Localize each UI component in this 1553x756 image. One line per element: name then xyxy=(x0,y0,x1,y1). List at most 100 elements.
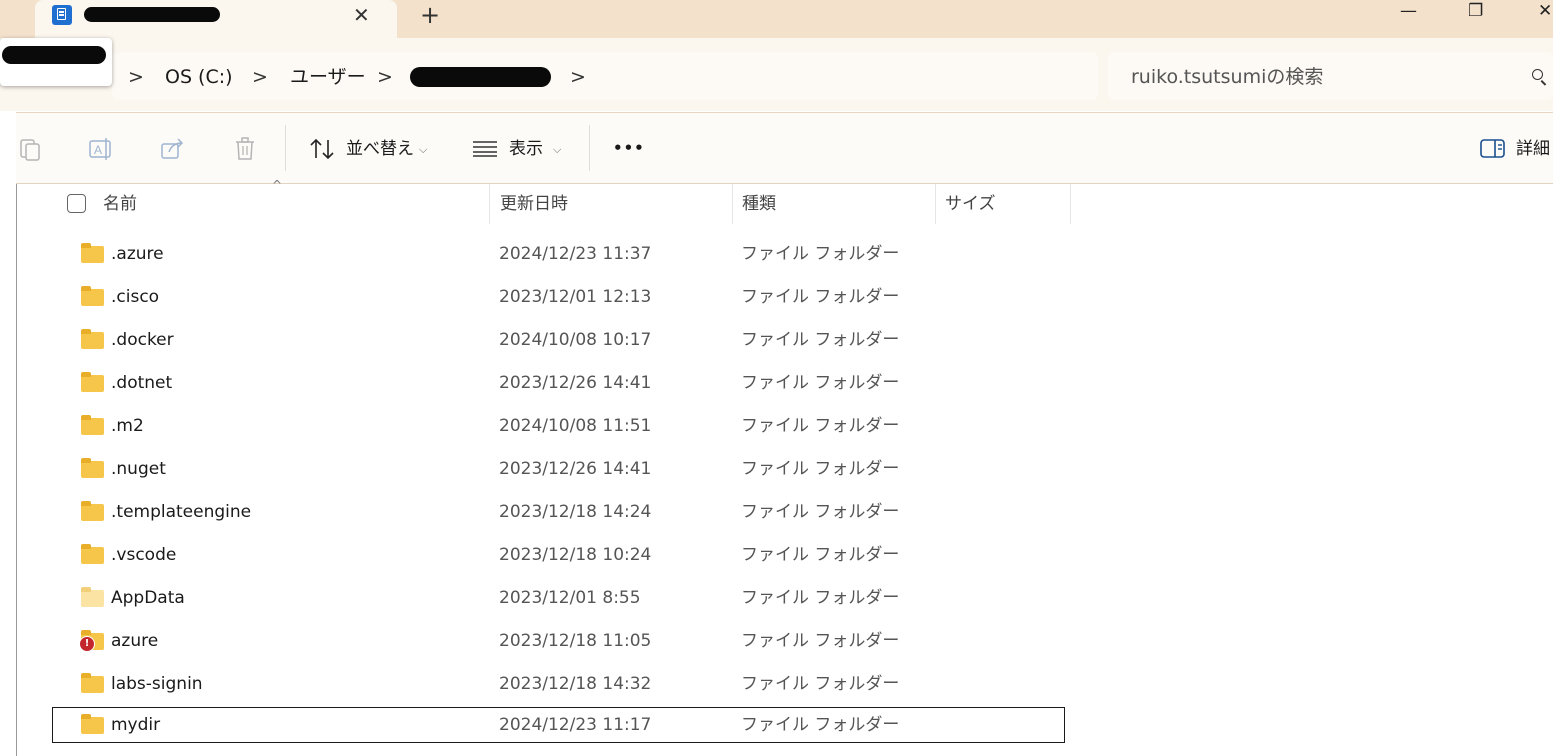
search-placeholder[interactable]: ruiko.tsutsumiの検索 xyxy=(1131,64,1323,90)
select-all-checkbox[interactable] xyxy=(67,194,86,213)
plus-icon[interactable]: + xyxy=(420,2,440,28)
file-name: .dotnet xyxy=(111,373,173,393)
delete-icon[interactable] xyxy=(233,136,257,162)
file-modified: 2023/12/01 12:13 xyxy=(499,287,652,307)
sort-ascending-icon: ^ xyxy=(272,178,283,192)
sort-icon xyxy=(310,138,334,160)
breadcrumb-os-c[interactable]: OS (C:) xyxy=(165,64,233,90)
share-icon[interactable] xyxy=(160,137,186,161)
file-modified: 2023/12/18 11:05 xyxy=(499,631,652,651)
table-row[interactable]: .dotnet 2023/12/26 14:41 ファイル フォルダー xyxy=(52,365,1065,401)
file-name: .vscode xyxy=(111,545,177,565)
hidden-folder-icon xyxy=(81,587,104,607)
file-type: ファイル フォルダー xyxy=(741,674,900,694)
tooltip-popup xyxy=(0,38,112,86)
folder-icon xyxy=(81,372,104,392)
file-type: ファイル フォルダー xyxy=(741,416,900,436)
table-row[interactable]: .docker 2024/10/08 10:17 ファイル フォルダー xyxy=(52,322,1065,358)
table-row[interactable]: .azure 2024/12/23 11:37 ファイル フォルダー xyxy=(52,236,1065,272)
table-row[interactable]: .m2 2024/10/08 11:51 ファイル フォルダー xyxy=(52,408,1065,444)
file-name: mydir xyxy=(111,715,161,735)
view-label: 表示 xyxy=(509,139,543,159)
restore-icon[interactable]: ❐ xyxy=(1468,0,1483,22)
file-modified: 2024/12/23 11:17 xyxy=(499,715,652,735)
file-modified: 2023/12/18 14:24 xyxy=(499,502,652,522)
file-modified: 2023/12/18 10:24 xyxy=(499,545,652,565)
pane-divider xyxy=(16,184,17,756)
chevron-down-icon: ⌵ xyxy=(553,143,562,156)
file-name: .nuget xyxy=(111,459,166,479)
table-row[interactable]: .vscode 2023/12/18 10:24 ファイル フォルダー xyxy=(52,537,1065,573)
table-row[interactable]: ! azure 2023/12/18 11:05 ファイル フォルダー xyxy=(52,623,1065,659)
minimize-icon[interactable]: — xyxy=(1400,0,1417,22)
file-name: .templateengine xyxy=(111,502,252,522)
folder-icon xyxy=(81,329,104,349)
table-row-selected[interactable]: mydir 2024/12/23 11:17 ファイル フォルダー xyxy=(52,707,1065,743)
file-modified: 2023/12/26 14:41 xyxy=(499,373,652,393)
breadcrumb-users[interactable]: ユーザー xyxy=(290,64,366,90)
tab-explorer[interactable]: ✕ xyxy=(35,0,397,38)
file-name: labs-signin xyxy=(111,674,203,694)
view-icon xyxy=(473,141,497,157)
toolbar-divider xyxy=(589,125,590,171)
file-modified: 2024/10/08 11:51 xyxy=(499,416,652,436)
folder-icon xyxy=(81,458,104,478)
column-divider[interactable] xyxy=(489,184,490,224)
table-row[interactable]: AppData 2023/12/01 8:55 ファイル フォルダー xyxy=(52,580,1065,616)
table-row[interactable]: .cisco 2023/12/01 12:13 ファイル フォルダー xyxy=(52,279,1065,315)
chevron-down-icon: ⌵ xyxy=(419,143,428,156)
rename-icon[interactable]: A xyxy=(88,136,114,162)
folder-icon xyxy=(81,544,104,564)
file-type: ファイル フォルダー xyxy=(741,631,900,651)
chevron-right-icon[interactable]: > xyxy=(252,64,268,90)
table-row[interactable]: .nuget 2023/12/26 14:41 ファイル フォルダー xyxy=(52,451,1065,487)
folder-icon xyxy=(81,501,104,521)
more-icon[interactable]: ••• xyxy=(613,137,645,159)
file-name: .cisco xyxy=(111,287,160,307)
file-type: ファイル フォルダー xyxy=(741,588,900,608)
details-pane-icon xyxy=(1480,139,1505,158)
file-type: ファイル フォルダー xyxy=(741,459,900,479)
file-name: AppData xyxy=(111,588,185,608)
file-modified: 2023/12/01 8:55 xyxy=(499,588,641,608)
column-header-type[interactable]: 種類 xyxy=(742,193,776,215)
column-header-modified[interactable]: 更新日時 xyxy=(500,193,568,215)
app-icon xyxy=(52,5,72,25)
chevron-right-icon[interactable]: > xyxy=(128,64,144,90)
toolbar-divider xyxy=(285,125,286,171)
close-window-icon[interactable]: ✕ xyxy=(1538,0,1552,22)
table-row[interactable]: .templateengine 2023/12/18 14:24 ファイル フォ… xyxy=(52,494,1065,530)
file-name: .azure xyxy=(111,244,164,264)
file-modified: 2024/12/23 11:37 xyxy=(499,244,652,264)
table-row[interactable]: labs-signin 2023/12/18 14:32 ファイル フォルダー xyxy=(52,666,1065,702)
file-type: ファイル フォルダー xyxy=(741,373,900,393)
svg-text:A: A xyxy=(94,143,102,157)
file-type: ファイル フォルダー xyxy=(741,330,900,350)
redacted-user-folder[interactable] xyxy=(410,67,551,87)
file-type: ファイル フォルダー xyxy=(741,545,900,565)
folder-icon xyxy=(81,286,104,306)
close-icon[interactable]: ✕ xyxy=(353,4,370,26)
file-name: azure xyxy=(111,631,159,651)
column-divider[interactable] xyxy=(935,184,936,224)
folder-icon xyxy=(81,714,104,734)
column-divider[interactable] xyxy=(1070,184,1071,224)
error-badge-icon: ! xyxy=(79,636,95,652)
sort-label: 並べ替え xyxy=(346,139,414,159)
details-label: 詳細 xyxy=(1516,139,1550,159)
column-header-size[interactable]: サイズ xyxy=(945,193,996,215)
folder-icon xyxy=(81,673,104,693)
file-type: ファイル フォルダー xyxy=(741,287,900,307)
copy-icon[interactable] xyxy=(18,136,42,162)
folder-icon xyxy=(81,415,104,435)
file-type: ファイル フォルダー xyxy=(741,715,900,735)
column-header-name[interactable]: 名前 xyxy=(103,193,137,215)
folder-icon: ! xyxy=(79,630,104,652)
file-modified: 2023/12/26 14:41 xyxy=(499,459,652,479)
chevron-right-icon[interactable]: > xyxy=(570,64,586,90)
chevron-right-icon[interactable]: > xyxy=(377,64,393,90)
folder-icon xyxy=(81,243,104,263)
redacted-tab-title xyxy=(84,7,220,22)
search-icon[interactable] xyxy=(1532,69,1543,80)
column-divider[interactable] xyxy=(732,184,733,224)
